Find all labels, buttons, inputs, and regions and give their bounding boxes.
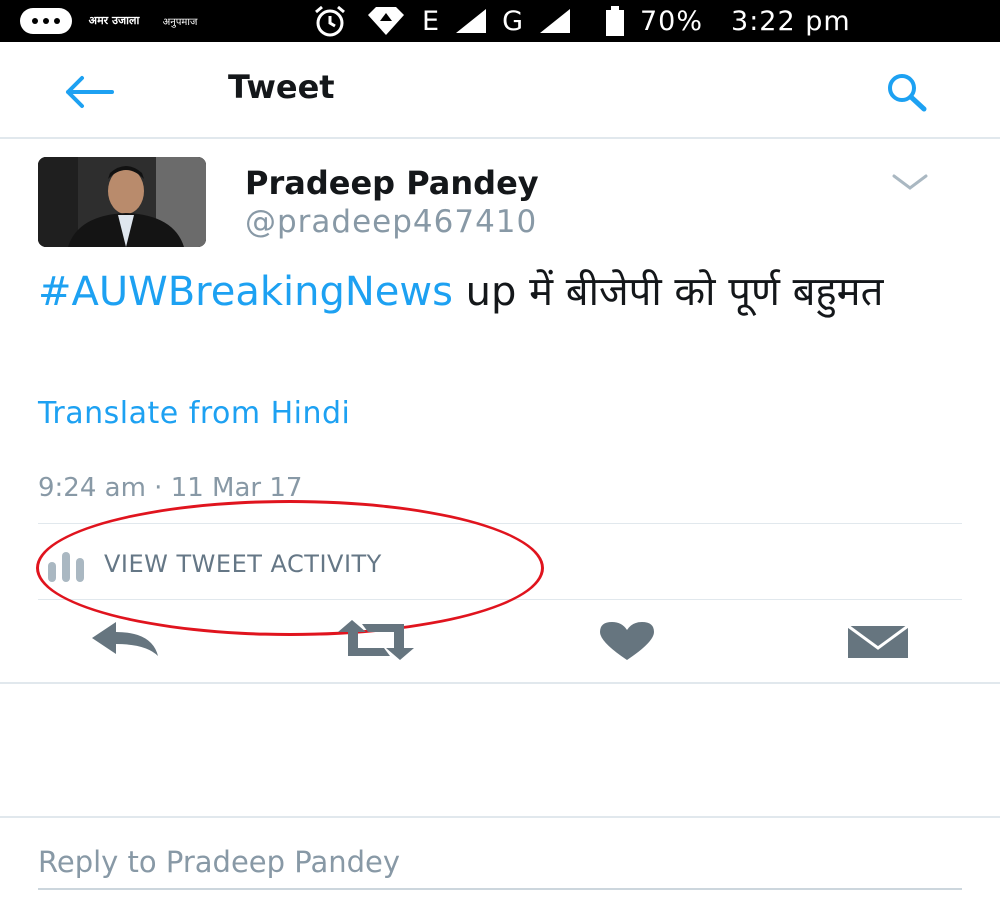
reply-icon (92, 622, 158, 656)
reply-button[interactable] (88, 620, 162, 664)
translate-link[interactable]: Translate from Hindi (38, 396, 350, 431)
like-button[interactable] (596, 620, 658, 664)
battery-icon (604, 5, 626, 37)
more-icon (20, 8, 72, 34)
divider (38, 599, 962, 600)
retweet-button[interactable] (334, 620, 418, 664)
tweet-options-button[interactable] (888, 170, 932, 196)
divider (0, 682, 1000, 684)
search-icon (888, 74, 927, 112)
app-notification-icon: अनुपमाज (162, 17, 198, 28)
arrow-left-icon (66, 76, 114, 108)
clock: 3:22 pm (731, 5, 851, 37)
divider (38, 523, 962, 524)
top-app-bar: Tweet (0, 42, 1000, 139)
divider (0, 816, 1000, 818)
network-type-1: E (422, 5, 441, 37)
tweet-text: #AUWBreakingNews up में बीजेपी को पूर्ण … (38, 268, 958, 316)
alarm-icon (310, 4, 350, 38)
envelope-icon (847, 624, 909, 658)
view-tweet-activity-button[interactable]: VIEW TWEET ACTIVITY (38, 532, 962, 598)
search-button[interactable] (880, 70, 940, 114)
retweet-icon (338, 620, 414, 660)
direct-message-button[interactable] (846, 620, 910, 664)
signal-icon (538, 7, 572, 35)
tweet-body-text: up में बीजेपी को पूर्ण बहुमत (452, 269, 884, 315)
amar-ujala-notification-icon: अमर उजाला (88, 14, 140, 27)
author-name[interactable]: Pradeep Pandey (245, 164, 539, 202)
battery-percentage: 70% (640, 5, 704, 37)
status-bar-notifications: अमर उजाला अनुपमाज (20, 4, 204, 38)
data-saver-icon (364, 5, 408, 37)
network-type-2: G (502, 5, 524, 37)
back-button[interactable] (60, 72, 120, 112)
page-title: Tweet (228, 68, 335, 106)
reply-input[interactable] (38, 836, 962, 890)
author-handle[interactable]: @pradeep467410 (245, 204, 537, 240)
heart-icon (600, 622, 654, 660)
chevron-down-icon (892, 174, 928, 190)
hashtag-link[interactable]: #AUWBreakingNews (38, 269, 453, 315)
status-bar-system: E G 70% 3:22 pm (310, 0, 851, 42)
view-tweet-activity-label: VIEW TWEET ACTIVITY (104, 550, 382, 578)
status-bar: अमर उजाला अनुपमाज E G 70% 3:22 pm (0, 0, 1000, 42)
tweet-timestamp: 9:24 am · 11 Mar 17 (38, 473, 303, 503)
avatar[interactable] (38, 157, 206, 247)
bar-chart-icon (48, 552, 84, 582)
signal-icon (454, 7, 488, 35)
